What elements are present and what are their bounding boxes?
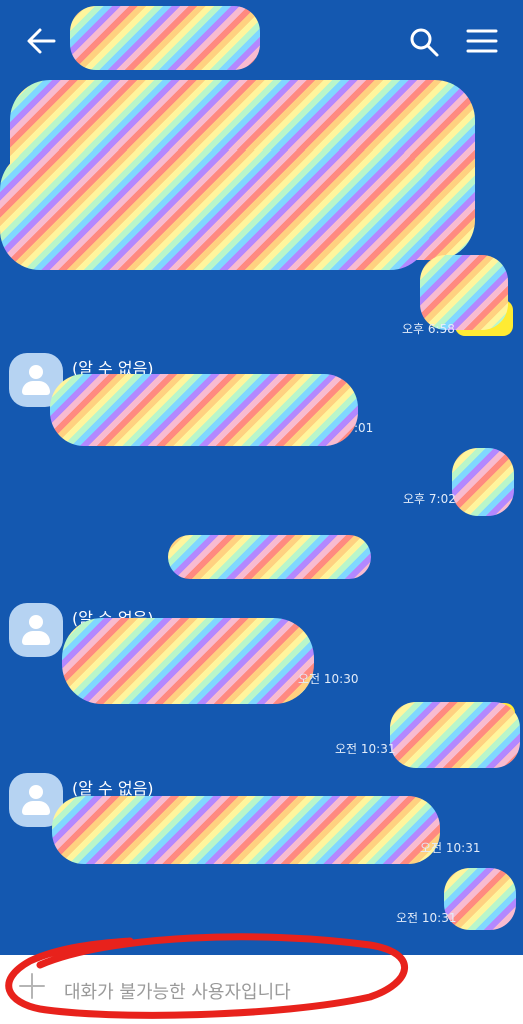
redacted-message-block [390,702,520,768]
message-time: 오후 6:58 [402,322,455,336]
avatar-body [22,801,50,815]
redacted-message-block [62,618,314,704]
message-time: 오전 10:30 [298,672,359,686]
top-bar [0,0,523,84]
message-time: 오전 10:31 [420,841,481,855]
avatar-head [29,615,43,629]
avatar-body [22,381,50,395]
redacted-message-block [420,255,508,330]
message-time: 오전 10:31 [396,911,457,925]
avatar-head [29,785,43,799]
hamburger-menu-icon[interactable] [466,28,498,54]
redacted-message-block [50,374,358,446]
message-time: 오후 7:02 [403,492,456,506]
avatar[interactable] [9,603,63,657]
composer-disabled-notice: 대화가 불가능한 사용자입니다 [64,982,291,1003]
search-icon[interactable] [408,26,440,58]
message-time: :01 [354,421,374,435]
redacted-message-block [0,150,430,270]
redacted-date-divider [168,535,371,579]
message-time: 오전 10:31 [335,742,396,756]
redacted-message-block [452,448,514,516]
plus-icon [19,973,45,999]
back-arrow-icon[interactable] [24,26,58,56]
redacted-chat-title [70,6,260,70]
redacted-message-block [52,796,440,864]
avatar-body [22,631,50,645]
avatar-head [29,365,43,379]
